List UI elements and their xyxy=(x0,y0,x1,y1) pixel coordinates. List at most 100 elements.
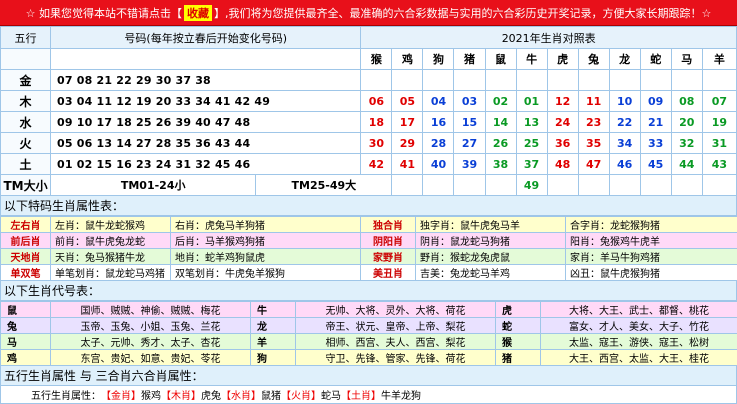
element-row: 水09 10 17 18 25 26 39 40 47 481817161514… xyxy=(1,112,737,133)
section-title-elements: 五行生肖属性 与 三合肖六合肖属性： xyxy=(0,366,737,386)
code-zodiac: 马 xyxy=(1,334,51,350)
code-zodiac: 羊 xyxy=(251,334,296,350)
attribute-label: 美丑肖 xyxy=(361,265,416,281)
banner-text-pre: ☆ 如果您觉得本站不错请点击【 xyxy=(26,5,182,21)
zodiac-number: 29 xyxy=(392,133,423,154)
size-extra-cell xyxy=(485,175,516,196)
attribute-value: 后肖：马羊猴鸡狗猪 xyxy=(171,233,361,249)
attribute-value: 双笔划肖：牛虎兔羊猴狗 xyxy=(171,265,361,281)
element-numbers: 05 06 13 14 27 28 35 36 43 44 xyxy=(51,133,361,154)
code-names: 富女、才人、美女、大子、竹花 xyxy=(541,318,737,334)
attribute-value: 合字肖：龙蛇猴狗猪 xyxy=(566,217,737,233)
zodiac-number xyxy=(640,70,671,91)
size-label: TM大小 xyxy=(1,175,51,196)
element-numbers: 07 08 21 22 29 30 37 38 xyxy=(51,70,361,91)
section-title-attributes: 以下特码生肖属性表： xyxy=(0,196,737,216)
code-zodiac: 鸡 xyxy=(1,350,51,366)
blank-cell xyxy=(1,49,51,70)
zodiac-number: 37 xyxy=(516,154,547,175)
zodiac-number: 44 xyxy=(671,154,702,175)
zodiac-number: 04 xyxy=(423,91,454,112)
element-row: 木03 04 11 12 19 20 33 34 41 42 490605040… xyxy=(1,91,737,112)
section-title-codes: 以下生肖代号表： xyxy=(0,281,737,301)
code-zodiac: 龙 xyxy=(251,318,296,334)
zodiac-number: 03 xyxy=(454,91,485,112)
size-extra-cell xyxy=(392,175,423,196)
code-names: 大将、大王、武士、都督、桃花 xyxy=(541,302,737,318)
code-names: 玉帝、玉兔、小姐、玉兔、兰花 xyxy=(51,318,251,334)
zodiac-number xyxy=(423,70,454,91)
zodiac-number: 19 xyxy=(702,112,736,133)
zodiac-number: 07 xyxy=(702,91,736,112)
zodiac-number: 28 xyxy=(423,133,454,154)
bookmark-link[interactable]: 收藏 xyxy=(184,5,212,21)
zodiac-number: 21 xyxy=(640,112,671,133)
element-label: 土 xyxy=(1,154,51,175)
code-row: 鼠国师、贼贼、神偷、贼贼、梅花牛无帅、大将、灵外、大将、荷花虎大将、大王、武士、… xyxy=(1,302,737,318)
zodiac-number: 18 xyxy=(361,112,392,133)
blank-cell xyxy=(51,49,361,70)
attribute-value: 吉美：兔龙蛇马羊鸡 xyxy=(416,265,566,281)
size-extra-cell: 49 xyxy=(516,175,547,196)
zodiac-header-6: 虎 xyxy=(547,49,578,70)
code-row: 兔玉帝、玉兔、小姐、玉兔、兰花龙帝王、状元、皇帝、上帝、梨花蛇富女、才人、美女、… xyxy=(1,318,737,334)
attribute-value: 阴肖：鼠龙蛇马狗猪 xyxy=(416,233,566,249)
zodiac-number xyxy=(361,70,392,91)
zodiac-header-4: 鼠 xyxy=(485,49,516,70)
element-label: 木 xyxy=(1,91,51,112)
size-extra-cell xyxy=(423,175,454,196)
zodiac-number: 34 xyxy=(609,133,640,154)
code-names: 太监、寇王、游侠、寇王、松树 xyxy=(541,334,737,350)
zodiac-number: 43 xyxy=(702,154,736,175)
size-extra-cell xyxy=(578,175,609,196)
zodiac-number: 47 xyxy=(578,154,609,175)
zodiac-number xyxy=(392,70,423,91)
attribute-value: 单笔划肖：鼠龙蛇马鸡猪 xyxy=(51,265,171,281)
size-extra-cell xyxy=(671,175,702,196)
header-element: 五行 xyxy=(1,27,51,49)
code-names: 大王、西宫、太监、大王、桂花 xyxy=(541,350,737,366)
size-row: TM大小TM01-24小TM25-49大49 xyxy=(1,175,737,196)
zodiac-header-1: 鸡 xyxy=(392,49,423,70)
zodiac-number: 20 xyxy=(671,112,702,133)
element-row: 火05 06 13 14 27 28 35 36 43 443029282726… xyxy=(1,133,737,154)
zodiac-number: 31 xyxy=(702,133,736,154)
code-table: 鼠国师、贼贼、神偷、贼贼、梅花牛无帅、大将、灵外、大将、荷花虎大将、大王、武士、… xyxy=(0,301,737,366)
attribute-value: 野肖：猴蛇龙兔虎鼠 xyxy=(416,249,566,265)
zodiac-number-table: 五行 号码(每年按立春后开始变化号码) 2021年生肖对照表 猴鸡狗猪鼠牛虎兔龙… xyxy=(0,26,737,196)
banner-text-post: 】,我们将为您提供最齐全、最准确的六合彩数据与实用的六合彩历史开奖记录，方便大家… xyxy=(214,5,711,21)
attribute-value: 右肖：虎兔马羊狗猪 xyxy=(171,217,361,233)
attribute-value: 阳肖：兔猴鸡牛虎羊 xyxy=(566,233,737,249)
attribute-row: 天地肖天肖：兔马猴猪牛龙地肖：蛇羊鸡狗鼠虎家野肖野肖：猴蛇龙兔虎鼠家肖：羊马牛狗… xyxy=(1,249,737,265)
zodiac-header-10: 马 xyxy=(671,49,702,70)
attribute-value: 前肖：鼠牛虎兔龙蛇 xyxy=(51,233,171,249)
attribute-label: 阴阳肖 xyxy=(361,233,416,249)
element-label: 水 xyxy=(1,112,51,133)
top-banner: ☆ 如果您觉得本站不错请点击【 收藏 】,我们将为您提供最齐全、最准确的六合彩数… xyxy=(0,0,737,26)
code-names: 帝王、状元、皇帝、上帝、梨花 xyxy=(296,318,496,334)
zodiac-number: 46 xyxy=(609,154,640,175)
element-numbers: 03 04 11 12 19 20 33 34 41 42 49 xyxy=(51,91,361,112)
attribute-label: 前后肖 xyxy=(1,233,51,249)
zodiac-number: 40 xyxy=(423,154,454,175)
code-zodiac: 牛 xyxy=(251,302,296,318)
zodiac-header-11: 羊 xyxy=(702,49,736,70)
code-row: 马太子、元帅、秀才、太子、杏花羊相师、西宫、夫人、西宫、梨花猴太监、寇王、游侠、… xyxy=(1,334,737,350)
element-numbers: 01 02 15 16 23 24 31 32 45 46 xyxy=(51,154,361,175)
code-zodiac: 蛇 xyxy=(496,318,541,334)
table-header-row: 五行 号码(每年按立春后开始变化号码) 2021年生肖对照表 xyxy=(1,27,737,49)
zodiac-number: 16 xyxy=(423,112,454,133)
zodiac-header-8: 龙 xyxy=(609,49,640,70)
size-extra-cell xyxy=(547,175,578,196)
code-names: 相师、西宫、夫人、西宫、梨花 xyxy=(296,334,496,350)
code-zodiac: 鼠 xyxy=(1,302,51,318)
attribute-value: 家肖：羊马牛狗鸡猪 xyxy=(566,249,737,265)
zodiac-number: 17 xyxy=(392,112,423,133)
zodiac-number xyxy=(454,70,485,91)
code-names: 国师、贼贼、神偷、贼贼、梅花 xyxy=(51,302,251,318)
zodiac-number: 41 xyxy=(392,154,423,175)
size-extra-cell xyxy=(454,175,485,196)
attribute-value: 天肖：兔马猴猪牛龙 xyxy=(51,249,171,265)
element-row: 金07 08 21 22 29 30 37 38 xyxy=(1,70,737,91)
header-numbers: 号码(每年按立春后开始变化号码) xyxy=(51,27,361,49)
